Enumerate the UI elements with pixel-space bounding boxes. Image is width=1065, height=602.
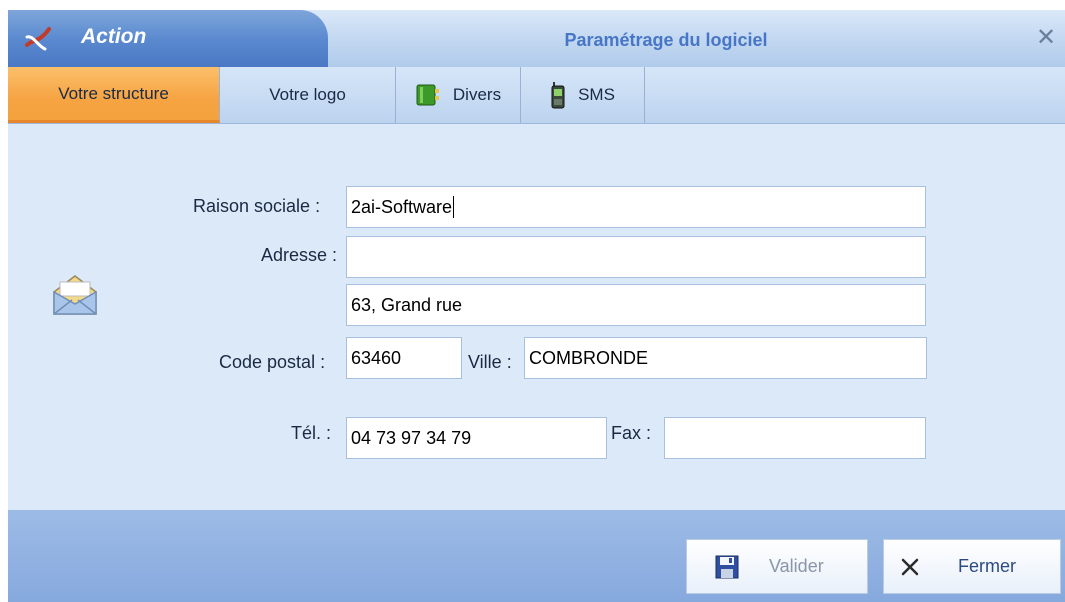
valider-label: Valider	[769, 556, 824, 576]
code-postal-value: 63460	[351, 347, 402, 368]
tab-divers[interactable]: Divers	[396, 67, 521, 123]
action-logo-icon	[25, 27, 51, 51]
text-caret	[453, 196, 455, 218]
floppy-disk-icon	[715, 555, 739, 578]
title-bar: Action Paramétrage du logiciel ✕	[8, 10, 1065, 67]
close-x-icon	[901, 558, 919, 575]
ville-field[interactable]: COMBRONDE	[524, 337, 927, 379]
tab-votre-structure[interactable]: Votre structure	[8, 67, 220, 123]
adresse-line2-field[interactable]: 63, Grand rue	[346, 284, 926, 326]
raison-sociale-field[interactable]: 2ai-Software	[346, 186, 926, 228]
tab-votre-logo[interactable]: Votre logo	[220, 67, 396, 123]
settings-window: Action Paramétrage du logiciel ✕ Votre s…	[8, 10, 1065, 602]
tab-label: Divers	[452, 85, 502, 104]
tel-label: Tél. :	[291, 423, 332, 443]
adresse-line2-value: 63, Grand rue	[351, 294, 463, 315]
tel-field[interactable]: 04 73 97 34 79	[346, 417, 607, 459]
code-postal-label: Code postal :	[219, 352, 326, 372]
code-postal-field[interactable]: 63460	[346, 337, 462, 379]
tab-label: Votre logo	[269, 85, 346, 104]
app-name: Action	[81, 25, 147, 48]
adresse-line1-field[interactable]	[346, 236, 926, 278]
form-panel: Raison sociale : 2ai-Software Adresse : …	[8, 124, 1065, 510]
envelope-icon	[53, 275, 97, 315]
ville-value: COMBRONDE	[529, 347, 649, 368]
mobile-phone-icon	[551, 82, 565, 109]
green-book-icon	[416, 84, 439, 106]
button-bar: Valider Fermer	[8, 510, 1065, 602]
adresse-label: Adresse :	[261, 245, 338, 265]
fermer-label: Fermer	[958, 556, 1016, 576]
raison-sociale-value: 2ai-Software	[351, 196, 453, 217]
fermer-button[interactable]: Fermer	[883, 539, 1061, 594]
tab-label: SMS	[578, 85, 615, 104]
app-menu-tab[interactable]: Action	[8, 10, 328, 67]
ville-label: Ville :	[468, 352, 512, 372]
tel-value: 04 73 97 34 79	[351, 427, 472, 448]
window-title: Paramétrage du logiciel	[564, 30, 768, 50]
valider-button[interactable]: Valider	[686, 539, 868, 594]
fax-label: Fax :	[611, 423, 652, 443]
tab-label: Votre structure	[58, 83, 169, 103]
raison-sociale-label: Raison sociale :	[193, 196, 321, 216]
tab-bar: Votre structure Votre logo Divers SMS	[8, 67, 1065, 124]
fax-field[interactable]	[664, 417, 926, 459]
close-icon[interactable]: ✕	[1034, 26, 1058, 50]
tab-sms[interactable]: SMS	[521, 67, 645, 123]
